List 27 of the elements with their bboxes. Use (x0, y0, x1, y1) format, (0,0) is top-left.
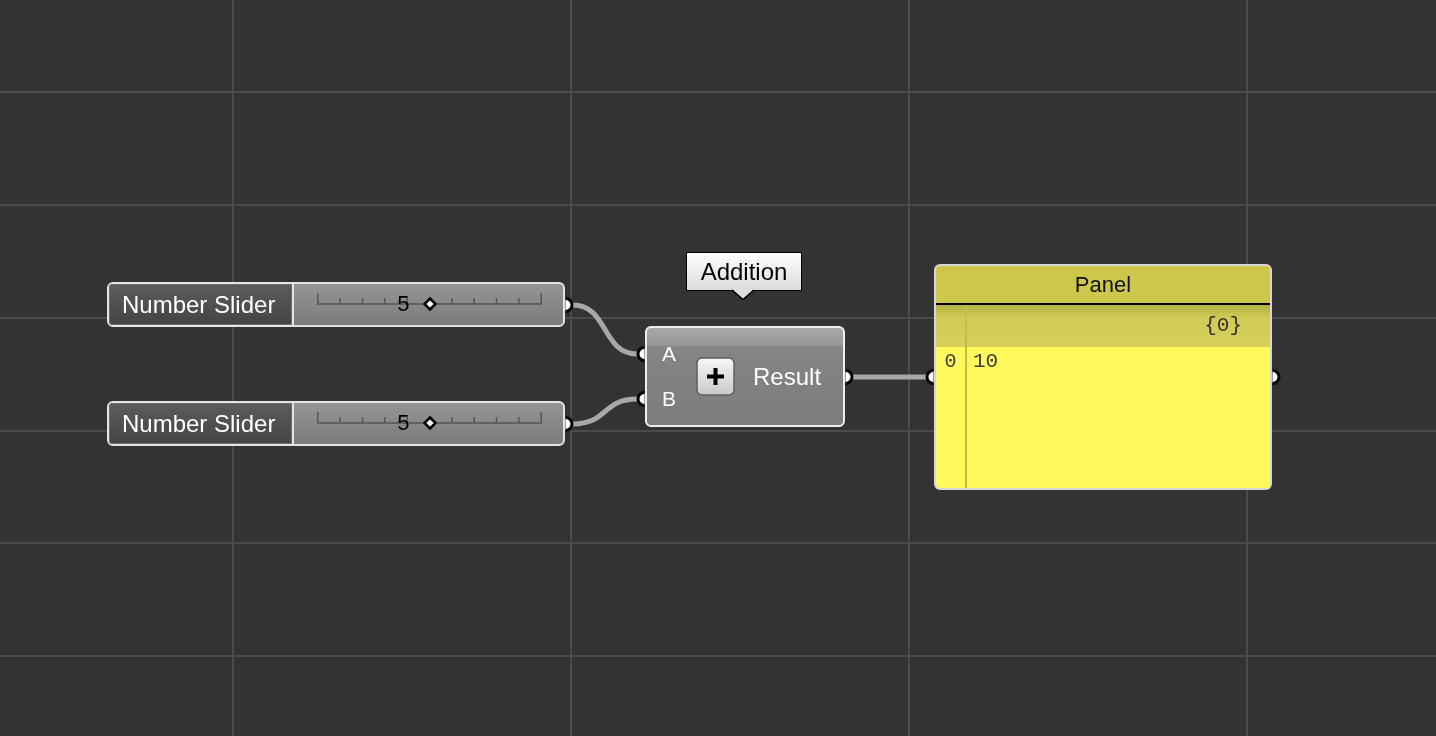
connector-grip-icon[interactable] (1272, 369, 1281, 385)
slider-value: 5 (397, 293, 410, 315)
output-label: Result (753, 361, 822, 392)
connector-grip-icon[interactable] (565, 297, 574, 313)
panel-title: Panel (936, 266, 1270, 305)
slider-label: Number Slider (109, 284, 294, 325)
slider-value: 5 (397, 412, 410, 434)
row-index: 0 (943, 349, 958, 375)
connector-grip-icon[interactable] (636, 391, 645, 407)
slider-track[interactable] (317, 293, 542, 311)
wire (572, 302, 638, 357)
plus-icon (696, 357, 735, 396)
slider-track[interactable] (317, 412, 542, 430)
connector-grip-icon[interactable] (636, 346, 645, 362)
connector-grip-icon[interactable] (565, 416, 574, 432)
slider-label: Number Slider (109, 403, 294, 444)
tooltip: Addition (686, 252, 802, 291)
connector-grip-icon[interactable] (925, 369, 934, 385)
data-path-label: {0} (936, 305, 1270, 347)
wire (572, 396, 638, 427)
slider-thumb[interactable] (422, 297, 437, 311)
slider-thumb[interactable] (422, 416, 437, 430)
input-label: A (662, 342, 676, 366)
row-value: 10 (973, 349, 999, 376)
tooltip-pointer-icon (732, 289, 754, 301)
connector-grip-icon[interactable] (845, 369, 854, 385)
input-label: B (662, 387, 676, 411)
